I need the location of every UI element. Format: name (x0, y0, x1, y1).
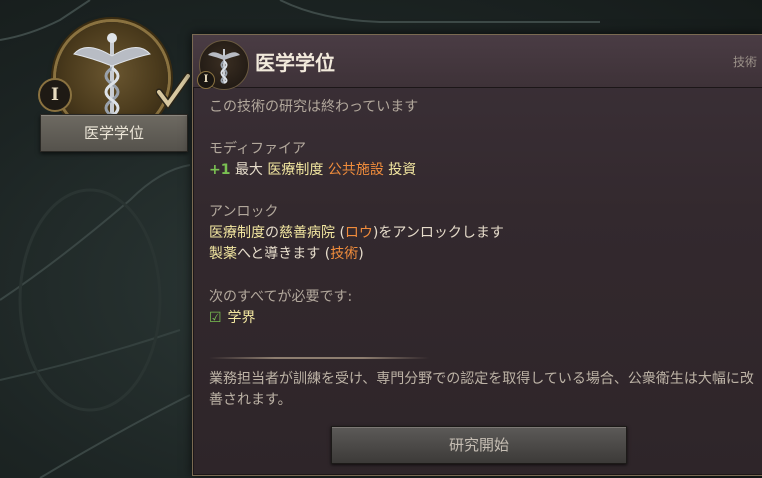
modifier-value: +1 (209, 162, 231, 178)
unlock-text: ( (335, 225, 345, 241)
flavor-text: 業務担当者が訓練を受け、専門分野での認定を取得している場合、公衆衛生は大幅に改善… (209, 371, 754, 408)
unlock-text: へと導きます ( (237, 246, 331, 262)
tech-tooltip: I 医学学位 技術 この技術の研究は終わっています モディファイア +1 最大 … (192, 34, 762, 476)
unlock-text: の (265, 225, 279, 241)
requirement-met-check-icon: ☑ (209, 310, 222, 326)
requirement-link-academia[interactable]: 学界 (227, 310, 255, 326)
unlock-text: ) (358, 246, 364, 262)
unlock-link-technology[interactable]: 技術 (330, 246, 358, 262)
unlock-link-pharmaceuticals[interactable]: 製薬 (209, 246, 237, 262)
start-research-button[interactable]: 研究開始 (331, 426, 627, 464)
tech-node-medical-degree[interactable]: I 医学学位 (38, 22, 192, 154)
tech-node-label[interactable]: 医学学位 (40, 114, 188, 152)
modifier-link-healthcare[interactable]: 医療制度 (267, 162, 323, 178)
research-status: この技術の研究は終わっています (209, 99, 419, 115)
tooltip-title: 医学学位 (255, 51, 335, 75)
researched-check-icon (155, 72, 192, 110)
tooltip-tier-badge: I (197, 71, 215, 89)
unlock-text: をアンロックします (378, 225, 504, 241)
unlock-section: アンロック 医療制度の慈善病院 (ロウ)をアンロックします 製薬へと導きます (… (209, 202, 504, 265)
unlock-line-1: 医療制度の慈善病院 (ロウ)をアンロックします (209, 223, 504, 244)
modifier-section-title: モディファイア (209, 141, 307, 157)
unlock-line-2: 製薬へと導きます (技術) (209, 244, 504, 265)
modifier-section: モディファイア +1 最大 医療制度 公共施設 投資 (209, 139, 416, 181)
modifier-word-max: 最大 (234, 162, 263, 178)
section-divider (209, 357, 429, 359)
tier-badge: I (38, 78, 72, 112)
unlock-link-low[interactable]: ロウ (345, 225, 373, 241)
unlock-link-charity-hospital[interactable]: 慈善病院 (279, 225, 335, 241)
tooltip-header: I 医学学位 技術 (193, 35, 762, 90)
modifier-link-public-facilities[interactable]: 公共施設 (328, 162, 384, 178)
tooltip-category: 技術 (732, 55, 757, 69)
requirements-title: 次のすべてが必要です: (209, 289, 353, 305)
requirements-section: 次のすべてが必要です: ☑ 学界 (209, 287, 352, 329)
modifier-word-investment: 投資 (388, 162, 417, 178)
requirement-item: ☑ 学界 (209, 308, 352, 329)
unlock-link-healthcare[interactable]: 医療制度 (209, 225, 265, 241)
modifier-line: +1 最大 医療制度 公共施設 投資 (209, 160, 416, 181)
unlock-section-title: アンロック (209, 204, 279, 220)
